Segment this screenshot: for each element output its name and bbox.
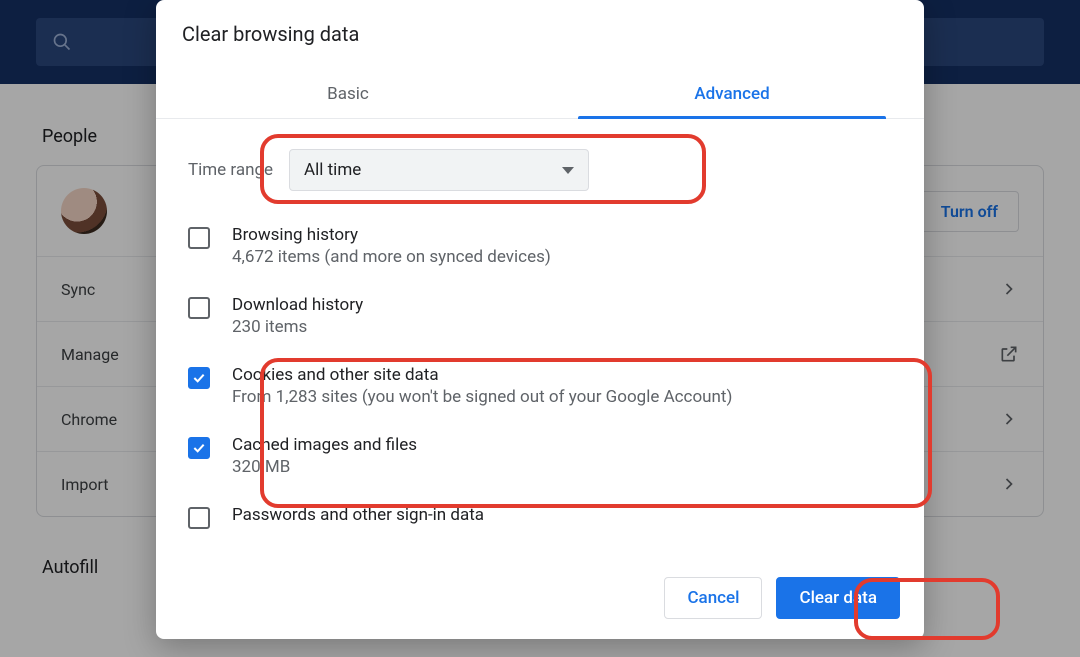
option-browsing-history[interactable]: Browsing history 4,672 items (and more o… (182, 211, 898, 281)
option-download-history[interactable]: Download history 230 items (182, 281, 898, 351)
checkbox-passwords[interactable] (188, 507, 210, 529)
option-subtitle: 320 MB (232, 457, 417, 477)
option-cached[interactable]: Cached images and files 320 MB (182, 421, 898, 491)
checkbox-download-history[interactable] (188, 297, 210, 319)
checkbox-browsing-history[interactable] (188, 227, 210, 249)
option-subtitle: 4,672 items (and more on synced devices) (232, 247, 551, 267)
tab-basic[interactable]: Basic (156, 72, 540, 118)
clear-data-button[interactable]: Clear data (776, 577, 900, 619)
chevron-down-icon (562, 167, 574, 174)
time-range-label: Time range (188, 160, 273, 180)
option-title: Browsing history (232, 225, 551, 245)
option-title: Passwords and other sign-in data (232, 505, 484, 525)
checkbox-cookies[interactable] (188, 367, 210, 389)
tab-advanced[interactable]: Advanced (540, 72, 924, 118)
clear-browsing-data-dialog: Clear browsing data Basic Advanced Time … (156, 0, 924, 639)
cancel-button[interactable]: Cancel (664, 577, 762, 619)
option-cookies[interactable]: Cookies and other site data From 1,283 s… (182, 351, 898, 421)
dialog-body[interactable]: Time range All time Browsing history 4,6… (156, 119, 924, 559)
dialog-tabs: Basic Advanced (156, 72, 924, 119)
checkbox-cached[interactable] (188, 437, 210, 459)
option-title: Cookies and other site data (232, 365, 732, 385)
option-subtitle: 230 items (232, 317, 363, 337)
time-range-value: All time (304, 160, 361, 180)
dialog-title: Clear browsing data (156, 0, 924, 72)
option-subtitle: From 1,283 sites (you won't be signed ou… (232, 387, 732, 407)
time-range-dropdown[interactable]: All time (289, 149, 589, 191)
option-title: Download history (232, 295, 363, 315)
option-title: Cached images and files (232, 435, 417, 455)
time-range-row: Time range All time (182, 129, 898, 211)
dialog-actions: Cancel Clear data (156, 559, 924, 639)
option-passwords[interactable]: Passwords and other sign-in data (182, 491, 898, 543)
